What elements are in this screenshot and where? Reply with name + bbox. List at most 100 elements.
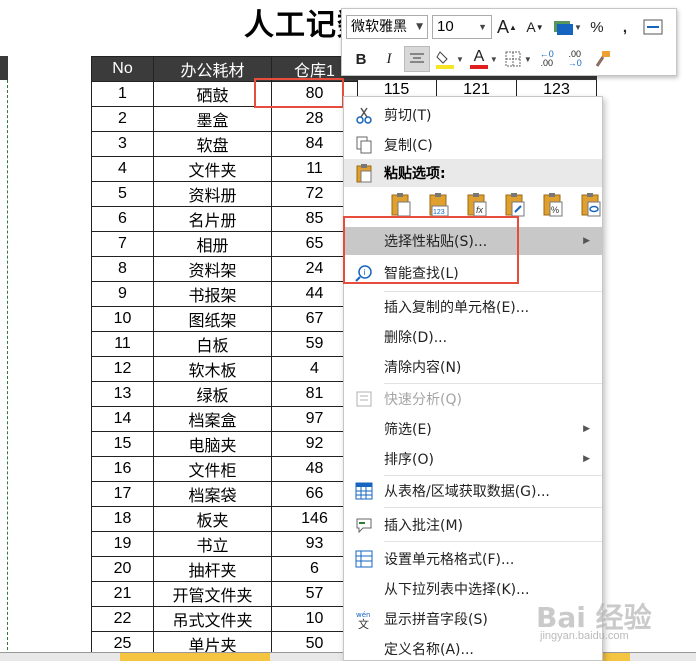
cell-item[interactable]: 文件柜 [153,456,272,482]
cell-no[interactable]: 3 [91,131,154,157]
font-color-swatch [469,65,488,69]
font-color-label: A [473,48,485,65]
paste-link-button[interactable] [572,189,610,221]
chevron-down-icon: ▼ [416,22,423,32]
table-row: 4 文件夹 11 [91,156,358,182]
cell-item[interactable]: 书立 [153,531,272,557]
cell-no[interactable]: 14 [91,406,154,432]
table-row: 19 书立 93 [91,531,358,557]
scissors-icon [344,106,384,124]
comma-style-button[interactable]: , [612,14,638,40]
cell-item[interactable]: 开管文件夹 [153,581,272,607]
cell-item[interactable]: 软木板 [153,356,272,382]
menu-item-copy[interactable]: 复制(C) [344,131,602,159]
font-color-button[interactable]: A [466,46,492,72]
cell-item[interactable]: 电脑夹 [153,431,272,457]
header-no[interactable]: No [91,56,154,82]
percent-style-button[interactable]: % [584,14,610,40]
shrink-font-button[interactable]: A ▼ [522,14,548,40]
menu-item-sort[interactable]: 排序(O) ▶ [344,445,602,473]
cell-no[interactable]: 4 [91,156,154,182]
cell-item[interactable]: 吊式文件夹 [153,606,272,632]
align-center-icon [410,53,424,63]
cell-item[interactable]: 抽杆夹 [153,556,272,582]
cell-no[interactable]: 5 [91,181,154,207]
cell-no[interactable]: 8 [91,256,154,282]
borders-button[interactable] [500,46,526,72]
cell-no[interactable]: 11 [91,331,154,357]
increase-decimal-button[interactable]: ←0.00 [534,46,560,72]
menu-item-insert-copied[interactable]: 插入复制的单元格(E)... [344,293,602,321]
menu-label-phonetic: 显示拼音字段(S) [384,612,488,628]
paint-bucket-icon [436,51,454,69]
table-row: 16 文件柜 48 [91,456,358,482]
cell-no[interactable]: 7 [91,231,154,257]
cell-item[interactable]: 名片册 [153,206,272,232]
decrease-decimal-button[interactable]: .00 →0 [562,46,588,72]
table-row: 5 资料册 72 [91,181,358,207]
menu-label-filter: 筛选(E) [384,422,432,438]
italic-button[interactable]: I [376,46,402,72]
menu-item-format-cells[interactable]: 设置单元格格式(F)... [344,545,602,573]
cell-item[interactable]: 资料架 [153,256,272,282]
menu-item-get-data[interactable]: 从表格/区域获取数据(G)... [344,477,602,505]
paste-formatting-icon: % [543,193,563,217]
fill-color-button[interactable] [432,46,458,72]
cell-no[interactable]: 6 [91,206,154,232]
bold-button[interactable]: B [348,46,374,72]
cell-no[interactable]: 20 [91,556,154,582]
wrap-text-button[interactable] [640,14,666,40]
cell-item[interactable]: 图纸架 [153,306,272,332]
cell-no[interactable]: 22 [91,606,154,632]
chevron-down-icon[interactable]: ▼ [490,55,498,64]
chevron-down-icon[interactable]: ▼ [524,55,532,64]
cell-no[interactable]: 21 [91,581,154,607]
sheet-tab[interactable] [120,653,270,661]
cell-item[interactable]: 书报架 [153,281,272,307]
format-painter-icon [595,51,610,67]
grow-font-label: A [497,16,510,37]
cell-no[interactable]: 18 [91,506,154,532]
paste-formatting-button[interactable]: % [534,189,572,221]
cell-no[interactable]: 1 [91,81,154,107]
cell-item[interactable]: 资料册 [153,181,272,207]
grow-font-button[interactable]: A ▲ [494,14,520,40]
menu-label-insert-copied: 插入复制的单元格(E)... [384,300,530,316]
menu-label-copy: 复制(C) [384,138,433,154]
cell-no[interactable]: 16 [91,456,154,482]
font-size-select[interactable]: 10 ▼ [432,15,492,39]
increase-decimal-icon-lower: .00 [540,58,554,68]
menu-item-delete[interactable]: 删除(D)... [344,323,602,351]
align-center-button[interactable] [404,46,430,72]
cell-item[interactable]: 软盘 [153,131,272,157]
cell-item[interactable]: 白板 [153,331,272,357]
paste-formulas-icon: fx [467,193,487,217]
cell-no[interactable]: 12 [91,356,154,382]
cell-no[interactable]: 10 [91,306,154,332]
cell-item[interactable]: 档案盒 [153,406,272,432]
cell-no[interactable]: 15 [91,431,154,457]
cell-no[interactable]: 2 [91,106,154,132]
cell-no[interactable]: 19 [91,531,154,557]
cell-item[interactable]: 档案袋 [153,481,272,507]
cell-item[interactable]: 板夹 [153,506,272,532]
menu-separator [384,507,602,508]
cell-item[interactable]: 相册 [153,231,272,257]
selected-cell-highlight [254,78,344,108]
cell-no[interactable]: 13 [91,381,154,407]
menu-item-insert-comment[interactable]: 插入批注(M) [344,511,602,539]
cell-item[interactable]: 绿板 [153,381,272,407]
chevron-down-icon[interactable]: ▼ [456,55,464,64]
accounting-format-button[interactable] [550,14,576,40]
format-cells-icon [344,550,384,568]
chevron-down-icon[interactable]: ▼ [574,23,582,32]
menu-item-clear[interactable]: 清除内容(N) [344,353,602,381]
menu-item-filter[interactable]: 筛选(E) ▶ [344,415,602,443]
format-painter-button[interactable] [590,46,616,72]
cell-no[interactable]: 9 [91,281,154,307]
menu-item-cut[interactable]: 剪切(T) [344,101,602,129]
cell-no[interactable]: 17 [91,481,154,507]
font-name-select[interactable]: 微软雅黑 ▼ [346,15,428,39]
cell-item[interactable]: 文件夹 [153,156,272,182]
cell-item[interactable]: 墨盒 [153,106,272,132]
